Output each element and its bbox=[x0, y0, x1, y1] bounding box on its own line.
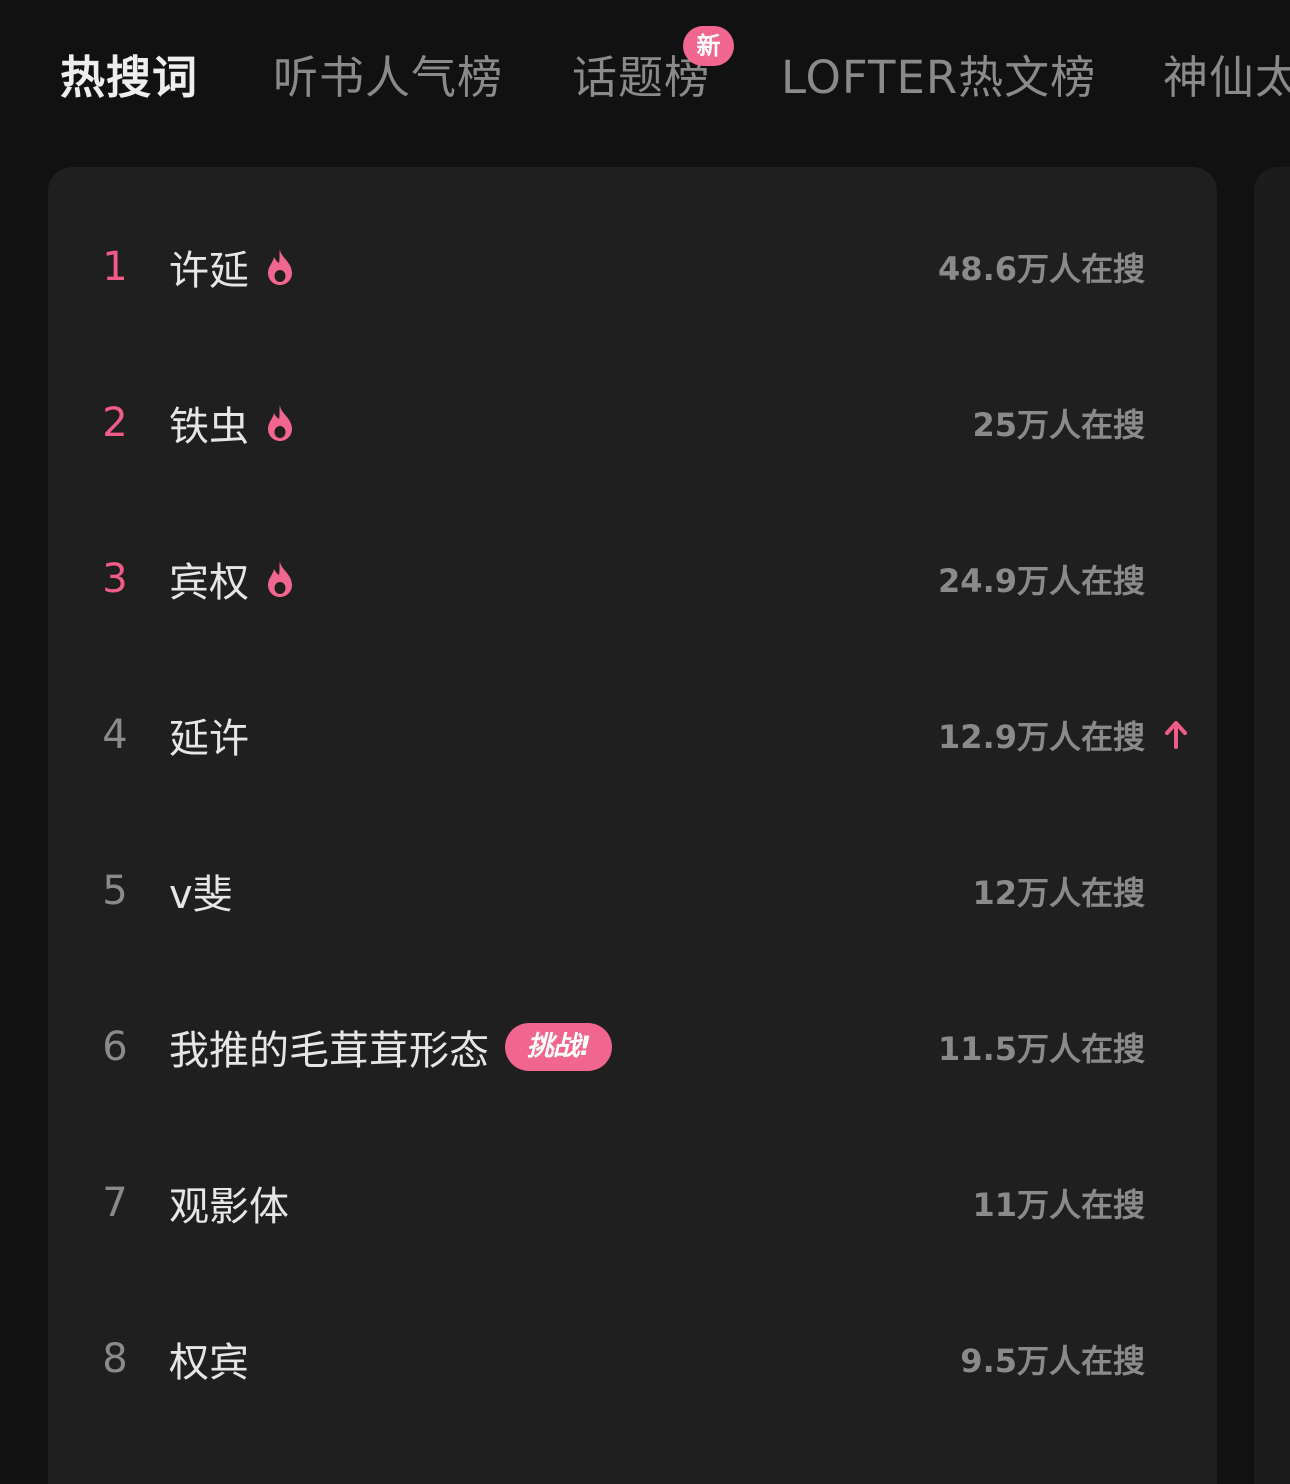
list-item[interactable]: 1 许延 48.6万人在搜 bbox=[48, 189, 1217, 345]
list-item[interactable]: 7 观影体 11万人在搜 bbox=[48, 1125, 1217, 1281]
rank-number: 8 bbox=[102, 1336, 128, 1382]
rank-number: 7 bbox=[102, 1180, 128, 1226]
search-term-wrap: 观影体 bbox=[169, 1174, 289, 1232]
search-term: 权宾 bbox=[169, 1340, 249, 1386]
list-item[interactable]: 2 铁虫 25万人在搜 bbox=[48, 345, 1217, 501]
rank-number: 1 bbox=[102, 244, 128, 290]
search-count: 24.9万人在搜 bbox=[938, 562, 1145, 600]
search-term: v斐 bbox=[169, 872, 233, 918]
arrow-up-icon bbox=[1165, 721, 1187, 749]
search-term-wrap: 许延 bbox=[169, 238, 295, 296]
fire-icon bbox=[268, 405, 292, 441]
tab-shenxian[interactable]: 神仙太 bbox=[1163, 48, 1290, 108]
search-term-wrap: 铁虫 bbox=[169, 394, 295, 452]
search-term: 铁虫 bbox=[169, 404, 249, 450]
search-count: 48.6万人在搜 bbox=[938, 250, 1145, 288]
list-item[interactable]: 6 我推的毛茸茸形态 挑战! 11.5万人在搜 bbox=[48, 969, 1217, 1125]
search-term-wrap: 宾权 bbox=[169, 550, 295, 608]
search-count: 9.5万人在搜 bbox=[960, 1342, 1145, 1380]
fire-icon bbox=[268, 249, 292, 285]
search-count: 11.5万人在搜 bbox=[938, 1030, 1145, 1068]
search-term: 延许 bbox=[169, 716, 249, 762]
search-term-wrap: 权宾 bbox=[169, 1330, 249, 1388]
challenge-badge: 挑战! bbox=[505, 1023, 612, 1071]
tab-hot-words[interactable]: 热搜词 bbox=[60, 48, 198, 108]
rank-number: 6 bbox=[102, 1024, 128, 1070]
rank-number: 3 bbox=[102, 556, 128, 602]
ranking-tabs: 热搜词 听书人气榜 话题榜 新 LOFTER热文榜 神仙太 bbox=[0, 0, 1290, 160]
tab-lofter-hot-articles[interactable]: LOFTER热文榜 bbox=[781, 48, 1096, 108]
search-term: 我推的毛茸茸形态 bbox=[169, 1028, 489, 1074]
tab-audiobook-popularity[interactable]: 听书人气榜 bbox=[273, 48, 503, 108]
list-item[interactable]: 5 v斐 12万人在搜 bbox=[48, 813, 1217, 969]
list-item[interactable]: 3 宾权 24.9万人在搜 bbox=[48, 501, 1217, 657]
search-term-wrap: 我推的毛茸茸形态 挑战! bbox=[169, 1018, 612, 1076]
search-term-wrap: 延许 bbox=[169, 706, 249, 764]
search-count: 12.9万人在搜 bbox=[938, 718, 1145, 756]
hot-search-list: 1 许延 48.6万人在搜 2 铁虫 25万人在搜 3 宾权 24.9万人在搜 … bbox=[48, 167, 1217, 1484]
rank-number: 2 bbox=[102, 400, 128, 446]
rank-number: 4 bbox=[102, 712, 128, 758]
search-count: 25万人在搜 bbox=[972, 406, 1145, 444]
hot-search-page: 热搜词 听书人气榜 话题榜 新 LOFTER热文榜 神仙太 1 许延 48.6万… bbox=[0, 0, 1290, 1484]
list-item[interactable]: 8 权宾 9.5万人在搜 bbox=[48, 1281, 1217, 1437]
list-item[interactable]: 4 延许 12.9万人在搜 bbox=[48, 657, 1217, 813]
search-count: 11万人在搜 bbox=[972, 1186, 1145, 1224]
search-term: 观影体 bbox=[169, 1184, 289, 1230]
search-term-wrap: v斐 bbox=[169, 862, 233, 920]
search-count: 12万人在搜 bbox=[972, 874, 1145, 912]
search-term: 许延 bbox=[169, 248, 249, 294]
new-badge: 新 bbox=[683, 26, 734, 66]
next-list-card-peek[interactable] bbox=[1254, 167, 1290, 1484]
search-term: 宾权 bbox=[169, 560, 249, 606]
rank-number: 5 bbox=[102, 868, 128, 914]
fire-icon bbox=[268, 561, 292, 597]
